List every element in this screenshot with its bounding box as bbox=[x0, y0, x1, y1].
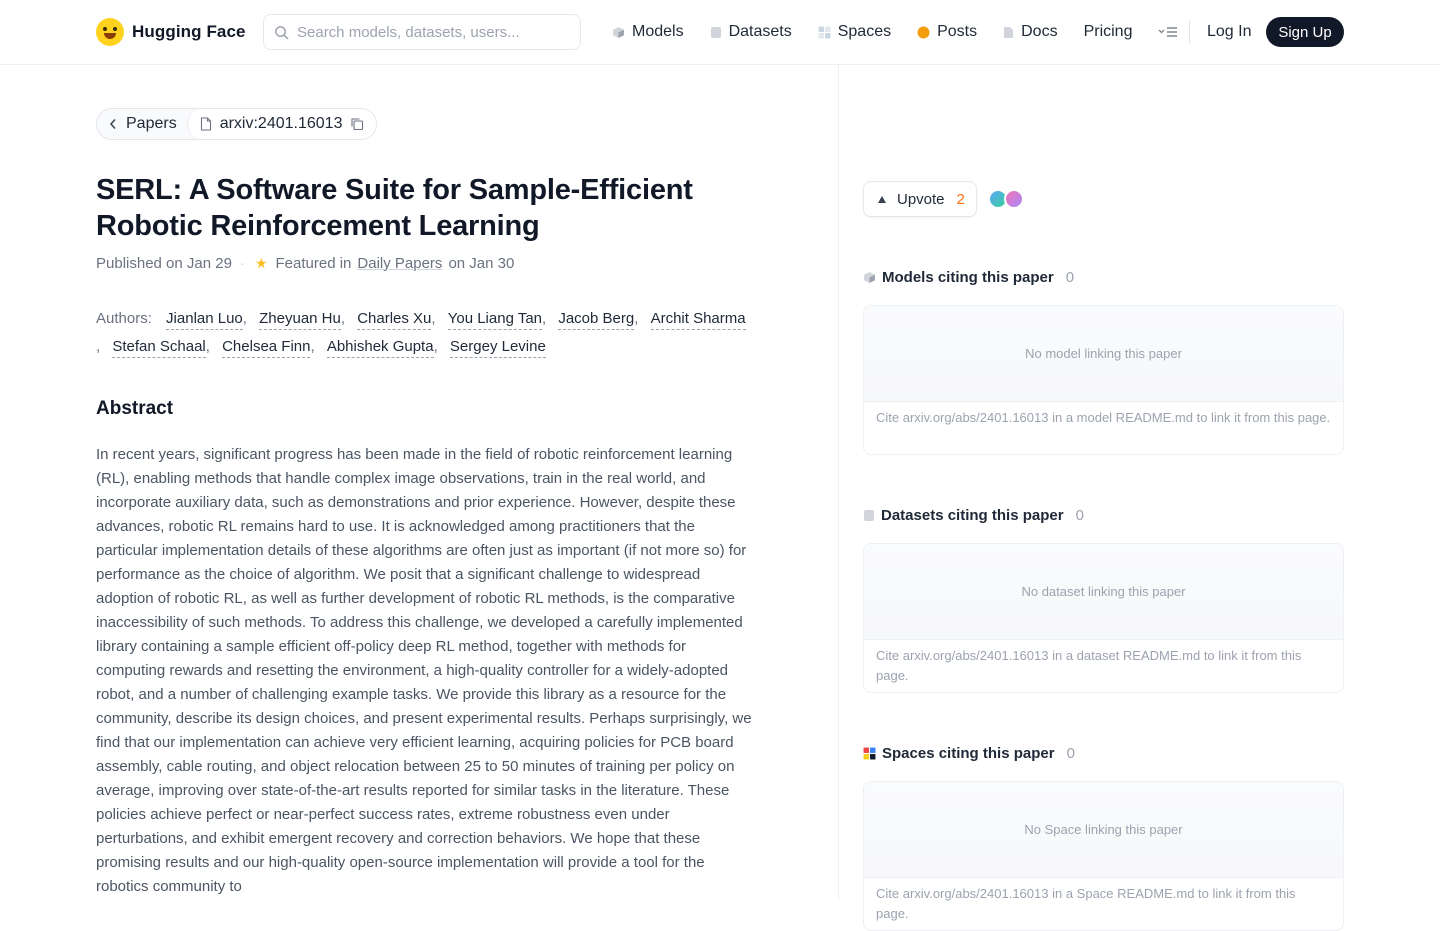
spaces-citing-heading: Spaces citing this paper 0 bbox=[863, 743, 1075, 763]
top-header: Hugging Face Models Datasets Spaces Post… bbox=[0, 0, 1440, 65]
upvote-button[interactable]: Upvote 2 bbox=[863, 181, 977, 217]
author-separator: , bbox=[242, 310, 247, 327]
datasets-citing-heading: Datasets citing this paper 0 bbox=[863, 505, 1084, 525]
spaces-citing-box: No Space linking this paper Cite arxiv.o… bbox=[863, 781, 1344, 931]
nav-datasets-label: Datasets bbox=[728, 23, 792, 40]
nav-models-label: Models bbox=[632, 23, 684, 40]
nav-pricing-label: Pricing bbox=[1083, 23, 1133, 40]
author-separator: , bbox=[310, 338, 315, 355]
paper-id-chip: arxiv:2401.16013 bbox=[186, 109, 377, 139]
spaces-cite-hint: Cite arxiv.org/abs/2401.16013 in a Space… bbox=[876, 886, 1296, 921]
paper-id: arxiv:2401.16013 bbox=[219, 115, 343, 132]
avatar[interactable] bbox=[1004, 189, 1024, 209]
spaces-grid-icon bbox=[818, 26, 831, 38]
datasets-cite-hint: Cite arxiv.org/abs/2401.16013 in a datas… bbox=[876, 648, 1302, 683]
models-cube-icon bbox=[613, 26, 624, 38]
nav-spaces-label: Spaces bbox=[837, 23, 892, 40]
login-link[interactable]: Log In bbox=[1207, 20, 1251, 44]
posts-bubble-icon bbox=[917, 26, 930, 38]
author-link[interactable]: Chelsea Finn bbox=[222, 337, 311, 358]
star-icon: ★ bbox=[254, 254, 268, 271]
author-link[interactable]: Sergey Levine bbox=[449, 337, 546, 358]
search-box[interactable] bbox=[263, 14, 581, 50]
author-link[interactable]: You Liang Tan bbox=[447, 309, 542, 330]
daily-papers-link[interactable]: Daily Papers bbox=[357, 255, 442, 272]
column-divider bbox=[838, 65, 839, 900]
author-link[interactable]: Charles Xu bbox=[357, 309, 432, 330]
authors-list: Authors: Jianlan Luo, Zheyuan Hu, Charle… bbox=[96, 305, 756, 361]
author-separator: , bbox=[205, 338, 210, 355]
nav-docs[interactable]: Docs bbox=[1003, 23, 1058, 41]
featured-suffix: on Jan 30 bbox=[448, 254, 515, 272]
upvote-count: 2 bbox=[956, 190, 965, 208]
search-icon bbox=[275, 25, 289, 39]
spaces-citing-title: Spaces citing this paper bbox=[882, 744, 1055, 762]
author-link[interactable]: Jianlan Luo bbox=[166, 309, 243, 330]
upvote-triangle-icon bbox=[878, 195, 886, 203]
published-date: Published on Jan 29 bbox=[96, 254, 232, 272]
models-citing-box: No model linking this paper Cite arxiv.o… bbox=[863, 305, 1344, 455]
datasets-citing-count: 0 bbox=[1075, 506, 1084, 524]
paper-file-icon bbox=[200, 117, 211, 131]
models-citing-title: Models citing this paper bbox=[882, 268, 1054, 286]
menu-more-icon bbox=[1159, 27, 1178, 37]
spaces-citing-count: 0 bbox=[1066, 744, 1075, 762]
nav-models[interactable]: Models bbox=[612, 23, 684, 41]
breadcrumb: Papers arxiv:2401.16013 bbox=[96, 108, 378, 140]
breadcrumb-papers-label: Papers bbox=[126, 115, 177, 132]
header-divider bbox=[1189, 20, 1190, 44]
main-nav: Models Datasets Spaces Posts Docs Pricin… bbox=[612, 20, 1178, 44]
datasets-citing-title: Datasets citing this paper bbox=[881, 506, 1064, 524]
models-cube-icon bbox=[864, 271, 875, 283]
author-separator: , bbox=[634, 310, 639, 327]
abstract-text: In recent years, significant progress ha… bbox=[96, 446, 752, 895]
hugging-face-logo-icon bbox=[96, 18, 124, 46]
authors-label: Authors: bbox=[96, 310, 152, 327]
author-link[interactable]: Archit Sharma bbox=[650, 309, 746, 330]
brand-name: Hugging Face bbox=[132, 22, 246, 41]
models-cite-hint: Cite arxiv.org/abs/2401.16013 in a model… bbox=[876, 410, 1331, 425]
nav-docs-label: Docs bbox=[1021, 23, 1058, 40]
author-link[interactable]: Jacob Berg bbox=[558, 309, 635, 330]
models-citing-heading: Models citing this paper 0 bbox=[863, 267, 1074, 287]
back-to-papers-link[interactable]: Papers bbox=[97, 109, 187, 139]
nav-posts[interactable]: Posts bbox=[917, 23, 977, 41]
paper-title: SERL: A Software Suite for Sample-Effici… bbox=[96, 174, 693, 242]
brand-link[interactable]: Hugging Face bbox=[96, 17, 246, 47]
datasets-citing-box: No dataset linking this paper Cite arxiv… bbox=[863, 543, 1344, 693]
author-link[interactable]: Zheyuan Hu bbox=[259, 309, 341, 330]
paper-meta: Published on Jan 29 · ★ Featured in Dail… bbox=[96, 253, 514, 273]
nav-datasets[interactable]: Datasets bbox=[710, 23, 792, 41]
docs-file-icon bbox=[1004, 26, 1014, 38]
nav-posts-label: Posts bbox=[937, 23, 978, 40]
search-input[interactable] bbox=[297, 23, 567, 41]
signup-button[interactable]: Sign Up bbox=[1266, 17, 1344, 47]
copy-icon[interactable] bbox=[350, 117, 364, 131]
abstract-heading: Abstract bbox=[96, 398, 174, 419]
author-separator: , bbox=[431, 310, 436, 327]
nav-pricing[interactable]: Pricing bbox=[1084, 23, 1133, 41]
nav-more-menu[interactable] bbox=[1158, 26, 1178, 38]
chevron-left-icon bbox=[109, 119, 116, 129]
datasets-db-icon bbox=[864, 509, 874, 521]
datasets-db-icon bbox=[710, 26, 721, 38]
models-citing-count: 0 bbox=[1065, 268, 1075, 286]
author-link[interactable]: Stefan Schaal bbox=[112, 337, 206, 358]
meta-separator: · bbox=[239, 254, 245, 272]
datasets-empty-state: No dataset linking this paper bbox=[864, 544, 1343, 640]
spaces-grid-icon bbox=[863, 747, 876, 759]
author-separator: , bbox=[433, 338, 438, 355]
author-separator: , bbox=[340, 310, 346, 327]
author-link[interactable]: Abhishek Gupta bbox=[326, 337, 434, 358]
models-empty-state: No model linking this paper bbox=[864, 306, 1343, 402]
author-separator: , bbox=[542, 310, 547, 327]
upvote-label: Upvote bbox=[897, 190, 945, 208]
nav-spaces[interactable]: Spaces bbox=[818, 23, 891, 41]
upvoter-avatars bbox=[988, 189, 1028, 209]
spaces-empty-state: No Space linking this paper bbox=[864, 782, 1343, 878]
author-separator: , bbox=[96, 338, 101, 355]
featured-prefix: Featured in bbox=[275, 254, 352, 272]
